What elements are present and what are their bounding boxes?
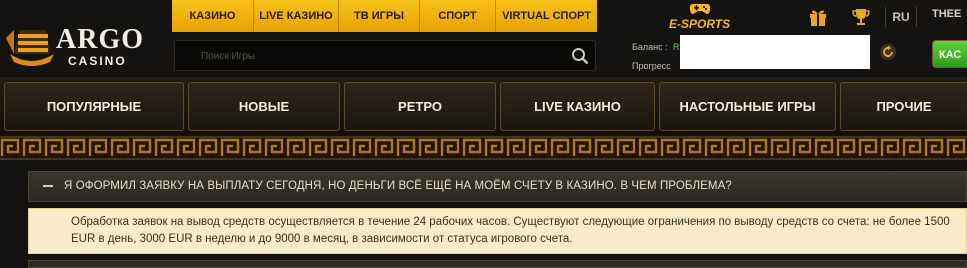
- esports-label: E-SPORTS: [669, 17, 731, 31]
- balance-value: R: [673, 42, 680, 52]
- category-retro[interactable]: РЕТРО: [344, 82, 496, 131]
- search-input[interactable]: [199, 41, 563, 72]
- top-nav-item-tv-games[interactable]: ТВ ИГРЫ: [339, 0, 420, 32]
- faq-answer: Обработка заявок на вывод средств осущес…: [28, 208, 967, 254]
- faq-question[interactable]: Я ОФОРМИЛ ЗАЯВКУ НА ВЫПЛАТУ СЕГОДНЯ, НО …: [28, 171, 967, 202]
- faq-next-question[interactable]: [28, 260, 967, 268]
- cashier-button[interactable]: КАС: [932, 40, 967, 68]
- trophy-icon[interactable]: [851, 7, 871, 27]
- language-selector[interactable]: RU: [885, 7, 917, 27]
- category-table-games[interactable]: НАСТОЛЬНЫЕ ИГРЫ: [659, 82, 836, 131]
- argo-casino-logo[interactable]: ARGO CASINO: [6, 18, 156, 70]
- category-live-casino[interactable]: LIVE КАЗИНО: [500, 82, 655, 131]
- progress-label: Прогресс: [632, 61, 671, 71]
- balance-label: Баланс :: [632, 42, 668, 52]
- category-other[interactable]: ПРОЧИЕ: [840, 82, 967, 131]
- ship-logo-icon: [6, 30, 54, 66]
- top-nav-item-casino[interactable]: КАЗИНО: [172, 0, 254, 32]
- top-nav-item-sport[interactable]: СПОРТ: [420, 0, 496, 32]
- top-nav-item-live-casino[interactable]: LIVE КАЗИНО: [254, 0, 339, 32]
- logo-text-casino: CASINO: [68, 54, 127, 68]
- greek-key-border: [0, 136, 967, 160]
- category-new[interactable]: НОВЫЕ: [188, 82, 340, 131]
- balance-redaction-box: [680, 35, 870, 69]
- top-nav-item-virtual-sport[interactable]: VIRTUAL СПОРТ: [496, 0, 597, 32]
- username[interactable]: THEE: [932, 8, 961, 20]
- gamepad-icon: [689, 4, 711, 14]
- chevron-up-icon: [43, 185, 53, 187]
- category-popular[interactable]: ПОПУЛЯРНЫЕ: [4, 82, 184, 131]
- gift-icon[interactable]: [808, 7, 828, 27]
- top-nav: КАЗИНО LIVE КАЗИНО ТВ ИГРЫ СПОРТ VIRTUAL…: [172, 0, 597, 32]
- search-bar: [174, 40, 596, 72]
- faq-answer-text: Обработка заявок на вывод средств осущес…: [71, 216, 950, 245]
- search-icon[interactable]: [571, 47, 589, 65]
- refresh-icon[interactable]: [879, 43, 897, 61]
- esports-link[interactable]: E-SPORTS: [667, 2, 731, 34]
- logo-text-argo: ARGO: [56, 24, 144, 55]
- faq-question-text: Я ОФОРМИЛ ЗАЯВКУ НА ВЫПЛАТУ СЕГОДНЯ, НО …: [64, 180, 732, 192]
